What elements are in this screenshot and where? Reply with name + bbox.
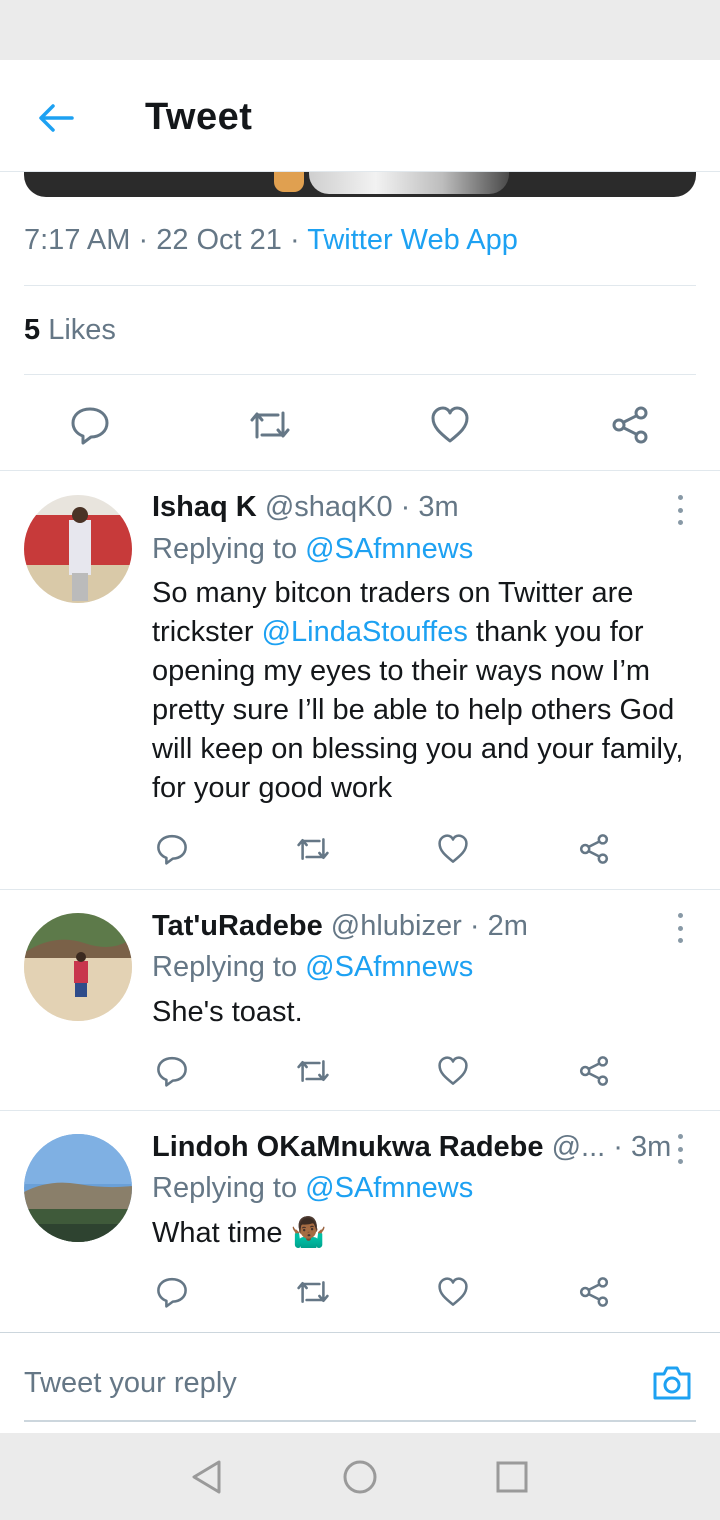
retweet-button[interactable]: [291, 1049, 335, 1093]
replying-to-line: Replying to @SAfmnews: [152, 951, 473, 984]
shrug-emoji: 🤷🏾‍♂️: [290, 1217, 327, 1249]
reply-button[interactable]: [150, 1270, 194, 1314]
share-icon: [612, 406, 648, 444]
retweet-icon: [297, 838, 329, 860]
share-button[interactable]: [572, 827, 616, 871]
likes-summary[interactable]: 5 Likes: [24, 314, 116, 347]
page-title: Tweet: [145, 96, 253, 138]
speech-bubble-icon: [157, 1056, 187, 1087]
share-button[interactable]: [572, 1049, 616, 1093]
share-button[interactable]: [608, 403, 652, 447]
reply-text: What time 🤷🏾‍♂️: [152, 1217, 327, 1249]
circle-home-icon: [343, 1460, 377, 1494]
replying-to-label: Replying to: [152, 533, 298, 565]
nav-recents-button[interactable]: [490, 1457, 534, 1497]
retweet-button[interactable]: [248, 403, 292, 447]
divider: [24, 374, 696, 375]
like-button[interactable]: [431, 827, 475, 871]
replying-to-label: Replying to: [152, 1172, 298, 1204]
arrow-left-icon: [39, 104, 74, 132]
tweet-time: 7:17 AM: [24, 224, 131, 256]
mention-link[interactable]: @LindaStouffes: [262, 616, 468, 648]
replying-to-line: Replying to @SAfmnews: [152, 1172, 473, 1205]
user-name[interactable]: Tat'uRadebe: [152, 910, 323, 942]
reply-age: 2m: [487, 910, 528, 942]
heart-icon: [438, 1056, 468, 1085]
back-button[interactable]: [34, 96, 78, 140]
avatar[interactable]: [24, 1134, 132, 1242]
share-icon: [579, 1056, 609, 1086]
retweet-icon: [250, 411, 290, 439]
replying-to-mention[interactable]: @SAfmnews: [305, 1172, 473, 1204]
reply-action-bar: [0, 827, 720, 871]
reply-item[interactable]: Lindoh OKaMnukwa Radebe @... · 3m Replyi…: [0, 1111, 720, 1331]
heart-icon: [431, 406, 469, 443]
user-name[interactable]: Ishaq K: [152, 491, 257, 523]
speech-bubble-icon: [157, 834, 187, 865]
top-app-bar: Tweet: [0, 60, 720, 172]
nav-home-button[interactable]: [338, 1457, 382, 1497]
retweet-button[interactable]: [291, 827, 335, 871]
reply-age: 3m: [418, 491, 459, 523]
avatar[interactable]: [24, 913, 132, 1021]
retweet-button[interactable]: [291, 1270, 335, 1314]
retweet-icon: [297, 1281, 329, 1303]
more-options-button[interactable]: [668, 913, 692, 943]
tweet-date: 22 Oct 21: [156, 224, 282, 256]
reply-action-bar: [0, 1270, 720, 1314]
likes-count: 5: [24, 314, 41, 346]
nav-back-button[interactable]: [184, 1457, 228, 1497]
reply-header: Ishaq K @shaqK0 · 3m: [152, 491, 459, 523]
camera-button[interactable]: [650, 1361, 694, 1405]
reply-header: Tat'uRadebe @hlubizer · 2m: [152, 910, 528, 942]
tweet-timestamp-line: 7:17 AM · 22 Oct 21 · Twitter Web App: [24, 224, 518, 256]
reply-composer: Tweet your reply: [0, 1333, 720, 1433]
triangle-back-icon: [192, 1460, 221, 1494]
reply-text: She's toast.: [152, 996, 303, 1028]
reply-input[interactable]: Tweet your reply: [24, 1367, 237, 1400]
status-bar: [0, 0, 720, 60]
reply-button[interactable]: [150, 827, 194, 871]
speech-bubble-icon: [157, 1277, 187, 1308]
like-button[interactable]: [431, 1049, 475, 1093]
user-name[interactable]: Lindoh OKaMnukwa Radebe: [152, 1131, 544, 1163]
reply-item[interactable]: Tat'uRadebe @hlubizer · 2m Replying to @…: [0, 890, 720, 1110]
user-handle: @...: [551, 1131, 606, 1163]
camera-icon: [653, 1366, 691, 1400]
reply-button[interactable]: [68, 403, 112, 447]
replying-to-mention[interactable]: @SAfmnews: [305, 533, 473, 565]
share-icon: [579, 834, 609, 864]
share-icon: [579, 1277, 609, 1307]
like-button[interactable]: [428, 403, 472, 447]
replying-to-mention[interactable]: @SAfmnews: [305, 951, 473, 983]
reply-age: 3m: [631, 1131, 672, 1163]
divider: [24, 285, 696, 286]
heart-icon: [438, 1277, 468, 1306]
user-handle: @hlubizer: [330, 910, 462, 942]
reply-text: So many bitcon traders on Twitter are tr…: [152, 577, 684, 804]
speech-bubble-icon: [71, 407, 109, 445]
replying-to-label: Replying to: [152, 951, 298, 983]
reply-item[interactable]: Ishaq K @shaqK0 · 3m Replying to @SAfmne…: [0, 471, 720, 889]
user-handle: @shaqK0: [264, 491, 393, 523]
square-recents-icon: [496, 1461, 528, 1493]
tweet-action-bar: [0, 395, 720, 455]
reply-button[interactable]: [150, 1049, 194, 1093]
replying-to-line: Replying to @SAfmnews: [152, 533, 473, 566]
likes-label: Likes: [48, 314, 116, 346]
more-options-button[interactable]: [668, 1134, 692, 1164]
system-navigation-bar: [0, 1433, 720, 1520]
more-options-button[interactable]: [668, 495, 692, 525]
retweet-icon: [297, 1060, 329, 1082]
avatar[interactable]: [24, 495, 132, 603]
reply-header: Lindoh OKaMnukwa Radebe @... · 3m: [152, 1131, 672, 1163]
reply-input-underline: [24, 1420, 696, 1422]
tweet-media-image[interactable]: [24, 172, 696, 197]
heart-icon: [438, 834, 468, 863]
like-button[interactable]: [431, 1270, 475, 1314]
reply-action-bar: [0, 1049, 720, 1093]
share-button[interactable]: [572, 1270, 616, 1314]
tweet-source-link[interactable]: Twitter Web App: [307, 224, 518, 256]
